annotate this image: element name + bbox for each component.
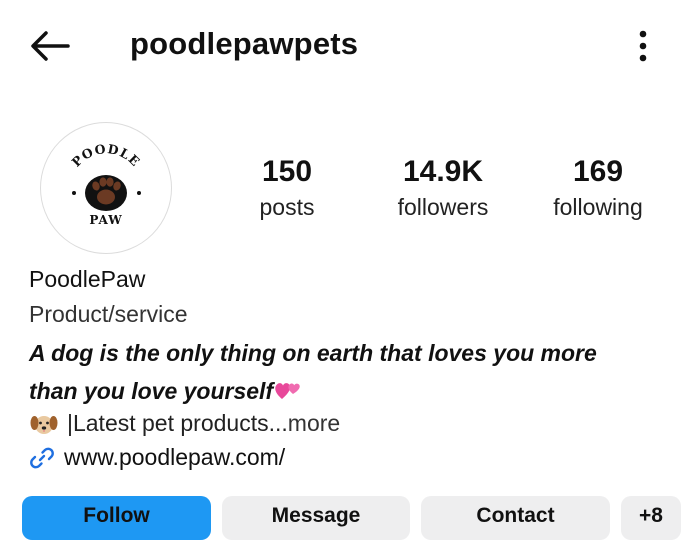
profile-name: PoodlePaw — [29, 266, 146, 292]
stat-posts[interactable]: 150 posts — [222, 152, 352, 222]
more-options-icon[interactable] — [628, 28, 658, 64]
logo-text-bottom: PAW — [89, 213, 122, 227]
logo-text-top: POODLE — [69, 141, 143, 170]
top-bar: poodlepawpets — [0, 0, 700, 95]
back-arrow-icon[interactable] — [28, 28, 72, 64]
followers-label: followers — [397, 194, 489, 220]
svg-text:POODLE: POODLE — [69, 141, 144, 170]
posts-label: posts — [259, 194, 315, 220]
follow-button[interactable]: Follow — [22, 496, 211, 540]
following-label: following — [553, 194, 643, 220]
paw-icon — [85, 175, 127, 211]
contact-button[interactable]: Contact — [421, 496, 610, 540]
bio-more-text: |Latest pet products... — [67, 410, 288, 436]
stat-followers[interactable]: 14.9K followers — [378, 152, 508, 222]
profile-username: poodlepawpets — [130, 26, 359, 61]
avatar[interactable]: POODLE PAW — [40, 122, 172, 254]
followers-count: 14.9K — [402, 155, 484, 188]
dog-emoji-icon — [30, 415, 58, 434]
message-button[interactable]: Message — [222, 496, 410, 540]
suggested-more-button[interactable]: +8 — [621, 496, 681, 540]
heart-emoji-icon — [275, 383, 300, 399]
stat-following[interactable]: 169 following — [533, 152, 663, 222]
profile-bio: A dog is the only thing on earth that lo… — [29, 334, 669, 410]
website-link[interactable]: www.poodlepaw.com/ — [64, 444, 285, 471]
bio-more-line: |Latest pet products... more — [29, 410, 340, 437]
poodlepaw-logo: POODLE PAW — [69, 141, 144, 227]
bio-line-2: than you love yourself — [29, 378, 274, 404]
website-row: www.poodlepaw.com/ — [29, 444, 285, 471]
posts-count: 150 — [261, 155, 313, 188]
link-icon — [30, 447, 54, 468]
following-count: 169 — [572, 155, 624, 188]
profile-category: Product/service — [29, 301, 188, 327]
bio-more-link[interactable]: more — [288, 410, 340, 437]
bio-line-1: A dog is the only thing on earth that lo… — [29, 340, 597, 366]
